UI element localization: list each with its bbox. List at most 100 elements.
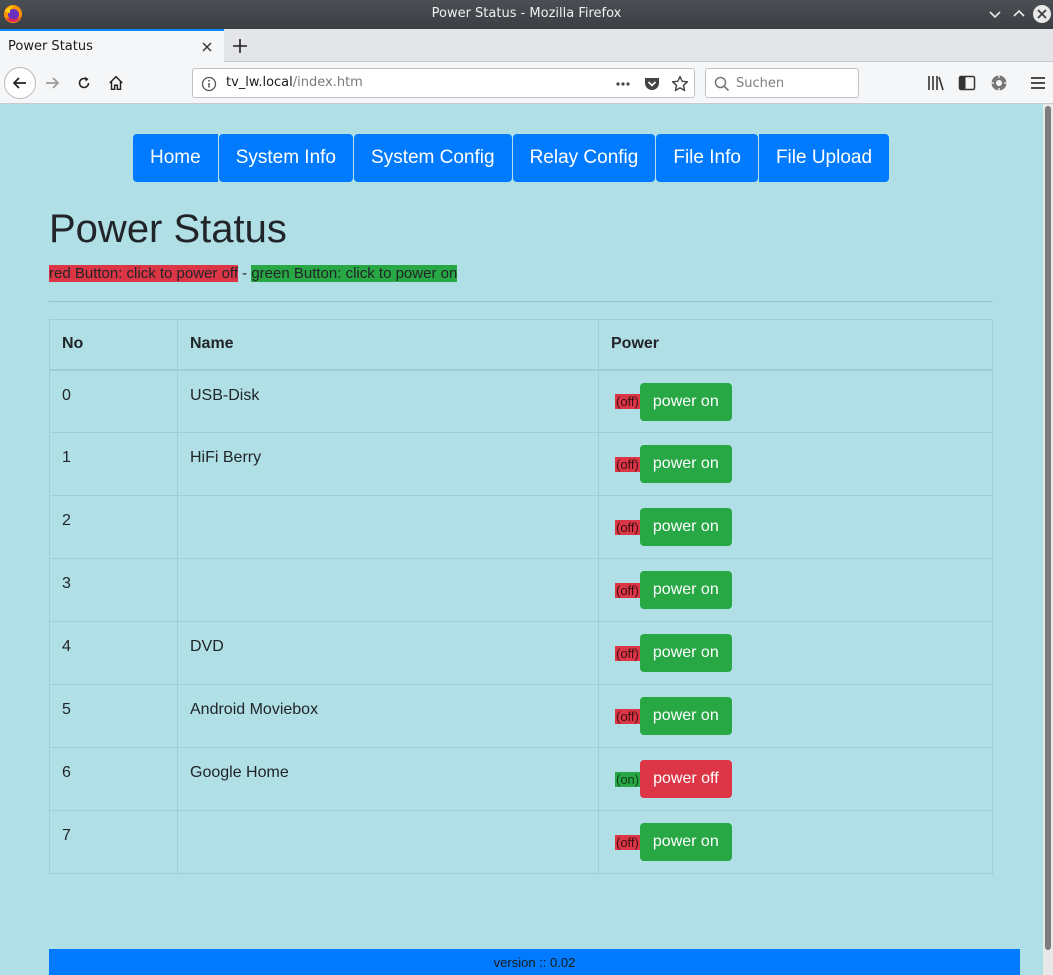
tab-power-status[interactable]: Power Status bbox=[0, 29, 224, 62]
reload-icon[interactable] bbox=[68, 67, 100, 99]
relay-state: (off) bbox=[615, 834, 640, 850]
table-header-row: No Name Power bbox=[49, 319, 993, 371]
relay-state: (off) bbox=[615, 708, 640, 724]
url-bar[interactable]: tv_lw.local/index.htm bbox=[192, 68, 695, 98]
relay-name bbox=[177, 495, 599, 559]
power-on-button[interactable]: power on bbox=[639, 445, 732, 483]
relay-state: (off) bbox=[615, 456, 640, 472]
home-icon[interactable] bbox=[100, 67, 132, 99]
relay-state: (off) bbox=[615, 582, 640, 598]
bookmark-star-icon[interactable] bbox=[671, 75, 689, 93]
page-actions-icon[interactable] bbox=[614, 75, 632, 93]
sidebar-icon[interactable] bbox=[957, 73, 977, 93]
relay-no: 5 bbox=[49, 684, 178, 748]
relay-no: 3 bbox=[49, 558, 178, 622]
back-icon[interactable] bbox=[4, 67, 36, 99]
table-row: 1 HiFi Berry (off) power on bbox=[49, 432, 993, 496]
table-row: 6 Google Home (on) power off bbox=[49, 747, 993, 811]
search-icon bbox=[714, 76, 730, 92]
close-tab-icon[interactable] bbox=[200, 39, 214, 53]
menu-file-upload[interactable]: File Upload bbox=[758, 134, 890, 182]
top-menu: Home System Info System Config Relay Con… bbox=[133, 134, 890, 182]
relay-name bbox=[177, 810, 599, 874]
header-no: No bbox=[49, 319, 178, 371]
power-on-button[interactable]: power on bbox=[639, 823, 732, 861]
power-on-button[interactable]: power on bbox=[639, 382, 732, 421]
page-content: Home System Info System Config Relay Con… bbox=[0, 104, 1043, 975]
extension-icon[interactable] bbox=[989, 73, 1009, 93]
relay-power-cell: (off) power on bbox=[598, 369, 993, 433]
power-on-button[interactable]: power on bbox=[639, 508, 732, 546]
table-row: 5 Android Moviebox (off) power on bbox=[49, 684, 993, 748]
power-on-button[interactable]: power on bbox=[639, 571, 732, 609]
new-tab-icon[interactable] bbox=[229, 35, 251, 57]
relay-name: Android Moviebox bbox=[177, 684, 599, 748]
menu-system-config[interactable]: System Config bbox=[354, 134, 512, 182]
window-titlebar: Power Status - Mozilla Firefox bbox=[0, 0, 1053, 29]
relay-name: USB-Disk bbox=[177, 369, 599, 433]
search-input[interactable] bbox=[736, 73, 854, 93]
navigation-toolbar: tv_lw.local/index.htm bbox=[0, 62, 1053, 104]
vertical-scrollbar[interactable] bbox=[1043, 104, 1053, 975]
version-footer: version :: 0.02 bbox=[49, 949, 1020, 975]
power-off-button[interactable]: power off bbox=[640, 760, 732, 798]
power-on-button[interactable]: power on bbox=[639, 697, 732, 735]
scrollbar-thumb[interactable] bbox=[1045, 106, 1051, 950]
relay-power-cell: (off) power on bbox=[598, 810, 993, 874]
window-title: Power Status - Mozilla Firefox bbox=[431, 6, 622, 21]
relay-state: (off) bbox=[615, 645, 640, 661]
hamburger-menu-icon[interactable] bbox=[1028, 73, 1048, 93]
relay-state: (off) bbox=[615, 394, 640, 409]
forward-icon[interactable] bbox=[36, 67, 68, 99]
menu-home[interactable]: Home bbox=[133, 134, 218, 182]
header-name: Name bbox=[177, 319, 599, 371]
table-row: 2 (off) power on bbox=[49, 495, 993, 559]
relay-no: 2 bbox=[49, 495, 178, 559]
close-window-icon[interactable] bbox=[1032, 4, 1052, 24]
maximize-icon[interactable] bbox=[1009, 4, 1029, 24]
table-row: 3 (off) power on bbox=[49, 558, 993, 622]
relay-state: (off) bbox=[615, 519, 640, 535]
power-on-button[interactable]: power on bbox=[639, 634, 732, 672]
legend-separator: - bbox=[238, 265, 252, 282]
relay-name: DVD bbox=[177, 621, 599, 685]
divider bbox=[49, 301, 993, 302]
menu-file-info[interactable]: File Info bbox=[656, 134, 758, 182]
pocket-icon[interactable] bbox=[643, 75, 661, 93]
legend-red: red Button: click to power off bbox=[49, 265, 238, 282]
minimize-icon[interactable] bbox=[985, 4, 1005, 24]
header-power: Power bbox=[598, 319, 993, 371]
relay-power-cell: (off) power on bbox=[598, 558, 993, 622]
relay-no: 1 bbox=[49, 432, 178, 496]
search-bar[interactable] bbox=[705, 68, 859, 98]
relay-name: HiFi Berry bbox=[177, 432, 599, 496]
url-path: /index.htm bbox=[292, 75, 363, 90]
table-row: 4 DVD (off) power on bbox=[49, 621, 993, 685]
relay-name: Google Home bbox=[177, 747, 599, 811]
relay-power-cell: (off) power on bbox=[598, 495, 993, 559]
url-host: tv_lw.local bbox=[226, 75, 293, 90]
tab-strip: Power Status bbox=[0, 29, 1053, 62]
relay-no: 7 bbox=[49, 810, 178, 874]
page-title: Power Status bbox=[49, 207, 287, 251]
url-text[interactable]: tv_lw.local/index.htm bbox=[226, 75, 363, 90]
tab-label: Power Status bbox=[8, 39, 93, 54]
legend-green: green Button: click to power on bbox=[251, 265, 458, 282]
menu-relay-config[interactable]: Relay Config bbox=[512, 134, 656, 182]
relay-no: 0 bbox=[49, 369, 178, 433]
button-legend: red Button: click to power off - green B… bbox=[49, 265, 458, 282]
relay-power-cell: (off) power on bbox=[598, 684, 993, 748]
table-row: 0 USB-Disk (off) power on bbox=[49, 369, 993, 433]
menu-system-info[interactable]: System Info bbox=[218, 134, 354, 182]
table-row: 7 (off) power on bbox=[49, 810, 993, 874]
relay-power-cell: (on) power off bbox=[598, 747, 993, 811]
library-icon[interactable] bbox=[926, 73, 946, 93]
info-icon[interactable] bbox=[201, 76, 217, 92]
relay-power-cell: (off) power on bbox=[598, 432, 993, 496]
relay-state: (on) bbox=[615, 771, 641, 787]
relay-power-cell: (off) power on bbox=[598, 621, 993, 685]
relay-no: 4 bbox=[49, 621, 178, 685]
relay-table: No Name Power 0 USB-Disk (off) power on 1… bbox=[49, 319, 993, 874]
relay-no: 6 bbox=[49, 747, 178, 811]
relay-name bbox=[177, 558, 599, 622]
